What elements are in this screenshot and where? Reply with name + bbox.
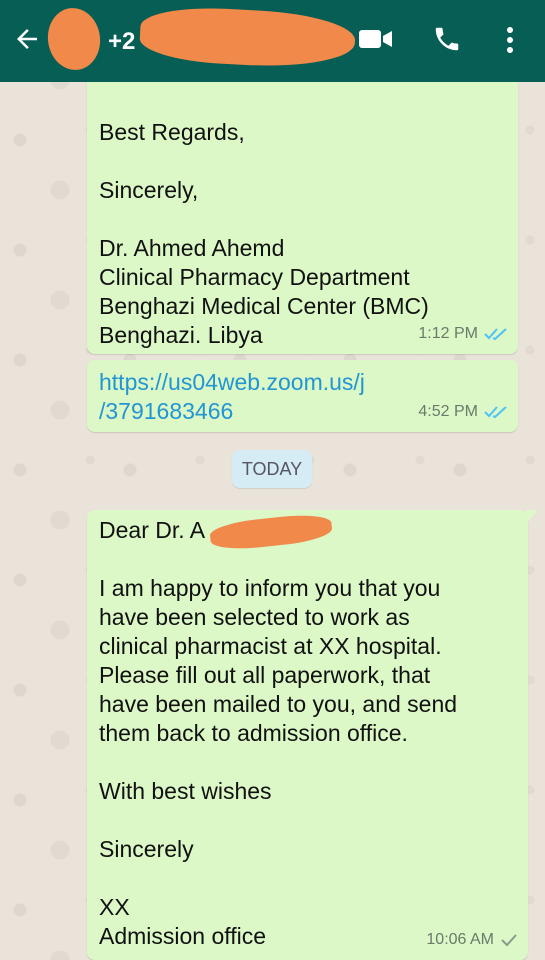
video-call-icon[interactable] [359, 28, 393, 50]
message-meta: 4:52 PM [418, 397, 508, 426]
message-time: 10:06 AM [426, 931, 494, 948]
message-meta: 10:06 AM [426, 925, 518, 954]
zoom-link[interactable]: https://us04web.zoom.us/j /3791683466 [99, 368, 365, 426]
message-bubble-outgoing[interactable]: Dear Dr. A I am happy to inform you that… [87, 510, 538, 960]
redaction-scribble [138, 4, 357, 71]
chat-header: +2 [0, 0, 545, 82]
message-meta: 1:12 PM [418, 319, 508, 348]
message-bubble-outgoing[interactable]: https://us04web.zoom.us/j /3791683466 4:… [87, 360, 518, 432]
avatar[interactable] [43, 4, 105, 74]
bubble-tail [526, 510, 538, 524]
phone-icon[interactable] [432, 24, 462, 54]
more-vert-icon[interactable] [500, 24, 520, 56]
back-arrow-icon[interactable] [12, 24, 42, 54]
message-text: Dear Dr. A I am happy to inform you that… [99, 517, 458, 949]
contact-name[interactable]: +2 [108, 28, 135, 56]
double-check-read-icon [484, 327, 508, 341]
double-check-read-icon [484, 405, 508, 419]
message-time: 4:52 PM [418, 403, 478, 420]
message-text: Best Regards, Sincerely, Dr. Ahmed Ahemd… [99, 119, 429, 348]
message-bubble-outgoing[interactable]: Best Regards, Sincerely, Dr. Ahmed Ahemd… [87, 60, 518, 354]
date-divider: TODAY [232, 450, 312, 488]
single-check-sent-icon [500, 933, 518, 947]
message-time: 1:12 PM [418, 325, 478, 342]
